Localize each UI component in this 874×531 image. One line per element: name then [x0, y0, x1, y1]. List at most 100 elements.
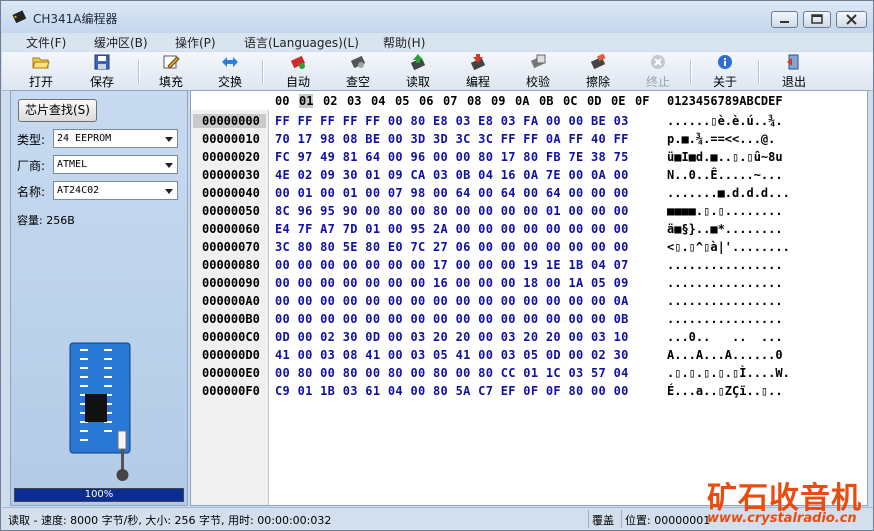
menu-buffer[interactable]: 缓冲区(B)	[94, 34, 148, 51]
hex-row[interactable]: 00 80 00 80 00 80 00 80 00 80 CC 01 1C 0…	[275, 366, 629, 380]
toolbar-separator	[690, 60, 692, 84]
ascii-row[interactable]: ä■§}..■*........	[667, 222, 783, 236]
progress-bar: 100%	[14, 488, 184, 502]
swap-arrows-icon	[222, 57, 238, 67]
save-button[interactable]: 保存	[80, 52, 124, 90]
hex-row[interactable]: 41 00 03 08 41 00 03 05 41 00 03 05 0D 0…	[275, 348, 629, 362]
title-bar: CH341A编程器	[1, 1, 873, 33]
hex-row[interactable]: C9 01 1B 03 61 04 00 80 5A C7 EF 0F 0F 8…	[275, 384, 629, 398]
hex-row[interactable]: 00 01 00 01 00 07 98 00 64 00 64 00 64 0…	[275, 186, 629, 200]
toolbar-separator	[262, 60, 264, 84]
save-disk-icon	[94, 54, 110, 70]
chip-panel: 芯片查找(S) 类型: 24 EEPROM 厂商: ATMEL 名称: AT24…	[10, 90, 188, 506]
hex-row[interactable]: FF FF FF FF FF 00 80 E8 03 E8 03 FA 00 0…	[275, 114, 629, 128]
auto-button[interactable]: 自动	[276, 52, 320, 90]
main-window: CH341A编程器 文件(F) 缓冲区(B) 操作(P) 语言(Language…	[0, 0, 874, 531]
maximize-button[interactable]	[803, 11, 831, 28]
hex-row[interactable]: 8C 96 95 90 00 80 00 80 00 00 00 00 01 0…	[275, 204, 629, 218]
hex-row[interactable]: 70 17 98 08 BE 00 3D 3D 3C 3C FF FF 0A F…	[275, 132, 629, 146]
hex-column-label: 0E	[611, 94, 626, 108]
blank-chip-icon	[350, 55, 366, 69]
ascii-column-header: 0123456789ABCDEF	[667, 94, 783, 108]
row-address: 000000B0	[202, 312, 260, 326]
hex-row[interactable]: 4E 02 09 30 01 09 CA 03 0B 04 16 0A 7E 0…	[275, 168, 629, 182]
hex-row[interactable]: 3C 80 80 5E 80 E0 7C 27 06 00 00 00 00 0…	[275, 240, 629, 254]
maximize-icon	[811, 14, 823, 24]
ascii-row[interactable]: É...a..▯ZÇï..▯..	[667, 384, 783, 398]
chevron-down-icon	[165, 163, 173, 168]
hex-row[interactable]: E4 7F A7 7D 01 00 95 2A 00 00 00 00 00 0…	[275, 222, 629, 236]
stop-button[interactable]: 终止	[636, 52, 680, 90]
hex-row[interactable]: 00 00 00 00 00 00 00 17 00 00 00 19 1E 1…	[275, 258, 629, 272]
hex-column-label: 03	[347, 94, 362, 108]
swap-button[interactable]: 交换	[208, 52, 252, 90]
status-separator	[621, 510, 622, 528]
close-button[interactable]	[836, 11, 867, 28]
menu-file[interactable]: 文件(F)	[26, 34, 66, 51]
about-button[interactable]: 关于	[703, 52, 747, 90]
erase-button[interactable]: 擦除	[576, 52, 620, 90]
ascii-row[interactable]: ................	[667, 312, 783, 326]
toolbar: 打开 保存 填充 交换 自动 查空 读取 编程 校验 擦除 终止 关于 退出	[2, 52, 873, 91]
read-chip-icon	[410, 54, 426, 70]
erase-chip-icon	[590, 54, 606, 70]
toolbar-separator	[138, 60, 140, 84]
minimize-button[interactable]	[771, 11, 798, 28]
chip-app-icon	[12, 10, 27, 24]
program-button[interactable]: 编程	[456, 52, 500, 90]
open-button[interactable]: 打开	[19, 52, 63, 90]
ascii-row[interactable]: ................	[667, 276, 783, 290]
row-address: 00000050	[202, 204, 260, 218]
menu-help[interactable]: 帮助(H)	[383, 34, 425, 51]
window-title: CH341A编程器	[33, 12, 118, 26]
hex-row[interactable]: 0D 00 02 30 0D 00 03 20 20 00 03 20 20 0…	[275, 330, 629, 344]
ascii-row[interactable]: N..0..Ê.....~...	[667, 168, 783, 182]
ascii-row[interactable]: <▯.▯^▯à|'........	[667, 240, 790, 254]
ascii-row[interactable]: ü■I■d.■..▯.▯û~8u	[667, 150, 783, 164]
verify-button[interactable]: 校验	[516, 52, 560, 90]
ascii-row[interactable]: ■■■■.▯.▯........	[667, 204, 783, 218]
name-select[interactable]: AT24C02	[53, 181, 178, 200]
program-chip-icon	[470, 54, 486, 70]
fill-pencil-icon	[163, 55, 180, 69]
ascii-row[interactable]: ...0.. .. ...	[667, 330, 783, 344]
menu-operation[interactable]: 操作(P)	[175, 34, 216, 51]
ascii-row[interactable]: A...A...A......0	[667, 348, 783, 362]
vendor-select[interactable]: ATMEL	[53, 155, 178, 174]
ascii-row[interactable]: ................	[667, 258, 783, 272]
fill-button[interactable]: 填充	[149, 52, 193, 90]
blank-check-button[interactable]: 查空	[336, 52, 380, 90]
programmer-socket-image	[69, 342, 131, 481]
row-address: 000000C0	[202, 330, 260, 344]
ascii-row[interactable]: ................	[667, 294, 783, 308]
watermark-url: www.crystalradio.cn	[707, 511, 857, 526]
read-button[interactable]: 读取	[396, 52, 440, 90]
ascii-row[interactable]: ......▯è.è.ú..¾.	[667, 114, 783, 128]
row-address: 000000F0	[202, 384, 260, 398]
hex-row[interactable]: 00 00 00 00 00 00 00 00 00 00 00 00 00 0…	[275, 294, 629, 308]
row-address: 00000020	[202, 150, 260, 164]
exit-door-icon	[787, 54, 799, 70]
hex-column-label: 0B	[539, 94, 554, 108]
row-address: 00000000	[193, 114, 266, 128]
chip-detect-button[interactable]: 芯片查找(S)	[18, 99, 97, 122]
ascii-row[interactable]: p.■.¾.==<<...@.	[667, 132, 775, 146]
close-icon	[846, 14, 857, 25]
row-address: 00000030	[202, 168, 260, 182]
hex-column-label: 00	[275, 94, 290, 108]
hex-column-label: 01	[299, 94, 314, 108]
vendor-label: 厂商:	[17, 159, 46, 173]
row-address: 00000090	[202, 276, 260, 290]
exit-button[interactable]: 退出	[772, 52, 816, 90]
type-select[interactable]: 24 EEPROM	[53, 129, 178, 148]
hex-editor[interactable]: 00 01 02 03 04 05 06 07 08 09 0A 0B 0C 0D 0E 0F 01234567…	[190, 90, 868, 506]
row-address: 000000E0	[202, 366, 260, 380]
menu-language[interactable]: 语言(Languages)(L)	[244, 34, 359, 51]
name-label: 名称:	[17, 185, 46, 199]
ascii-row[interactable]: .......■.d.d.d...	[667, 186, 790, 200]
hex-row[interactable]: FC 97 49 81 64 00 96 00 00 80 17 80 FB 7…	[275, 150, 629, 164]
chevron-down-icon	[165, 189, 173, 194]
hex-row[interactable]: 00 00 00 00 00 00 00 00 00 00 00 00 00 0…	[275, 312, 629, 326]
hex-row[interactable]: 00 00 00 00 00 00 00 16 00 00 00 18 00 1…	[275, 276, 629, 290]
ascii-row[interactable]: .▯.▯.▯.▯.▯Ì....W.	[667, 366, 790, 380]
